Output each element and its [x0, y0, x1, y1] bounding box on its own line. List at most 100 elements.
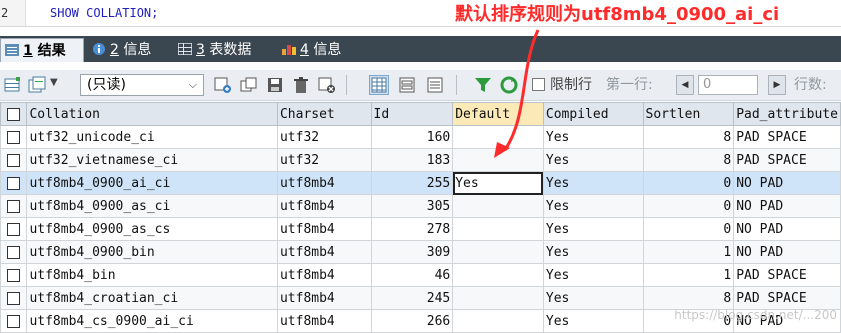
cell-sortlen[interactable]: 0: [642, 194, 735, 218]
row-checkbox[interactable]: [0, 194, 28, 218]
cell-default[interactable]: [452, 148, 544, 172]
cell-compiled[interactable]: Yes: [542, 309, 644, 333]
cell-pad[interactable]: NO PAD: [733, 217, 841, 241]
previous-page-button[interactable]: ◀: [676, 75, 694, 95]
table-row[interactable]: utf32_unicode_ci utf32 160 Yes 8 PAD SPACE: [0, 125, 841, 149]
insert-row-icon[interactable]: [4, 76, 22, 94]
cell-pad[interactable]: PAD SPACE: [733, 125, 841, 149]
cell-collation[interactable]: utf32_vietnamese_ci: [26, 148, 278, 172]
cell-id[interactable]: 160: [370, 125, 454, 149]
copy-row-icon[interactable]: [28, 76, 46, 94]
cell-id[interactable]: 183: [370, 148, 454, 172]
next-page-button[interactable]: ▶: [768, 75, 786, 95]
table-row[interactable]: utf8mb4_0900_as_cs utf8mb4 278 Yes 0 NO PAD: [0, 217, 841, 241]
limit-rows-checkbox[interactable]: [532, 78, 545, 91]
cell-compiled[interactable]: Yes: [542, 240, 644, 264]
cell-sortlen[interactable]: 0: [642, 171, 735, 195]
cell-collation[interactable]: utf8mb4_0900_as_cs: [26, 217, 278, 241]
delete-icon[interactable]: [292, 76, 310, 94]
sql-code[interactable]: SHOW COLLATION;: [50, 0, 158, 26]
cell-id[interactable]: 255: [370, 171, 454, 195]
text-view-icon[interactable]: [426, 76, 444, 94]
row-checkbox[interactable]: [0, 286, 28, 310]
cell-collation[interactable]: utf32_unicode_ci: [26, 125, 278, 149]
cell-default[interactable]: [452, 309, 544, 333]
cell-id[interactable]: 266: [370, 309, 454, 333]
cell-pad[interactable]: PAD SPACE: [733, 286, 841, 310]
cell-charset[interactable]: utf8mb4: [276, 217, 372, 241]
cell-pad[interactable]: NO PAD: [733, 194, 841, 218]
row-checkbox[interactable]: [0, 148, 28, 172]
cell-sortlen[interactable]: 1: [642, 263, 735, 287]
cell-charset[interactable]: utf8mb4: [276, 309, 372, 333]
cell-charset[interactable]: utf8mb4: [276, 171, 372, 195]
row-checkbox[interactable]: [0, 309, 28, 333]
cell-sortlen[interactable]: 0: [642, 217, 735, 241]
cell-pad[interactable]: PAD SPACE: [733, 148, 841, 172]
table-row[interactable]: utf8mb4_0900_bin utf8mb4 309 Yes 1 NO PAD: [0, 240, 841, 264]
cell-compiled[interactable]: Yes: [542, 286, 644, 310]
tab-info-2[interactable]: 4 信息: [282, 38, 341, 62]
cell-collation[interactable]: utf8mb4_bin: [26, 263, 278, 287]
cell-compiled[interactable]: Yes: [542, 263, 644, 287]
cell-sortlen[interactable]: 1: [642, 240, 735, 264]
cell-id[interactable]: 278: [370, 217, 454, 241]
tab-info[interactable]: 2 信息: [92, 38, 151, 62]
start-row-input[interactable]: 0: [698, 75, 758, 95]
duplicate-row-icon[interactable]: [240, 76, 258, 94]
cell-charset[interactable]: utf8mb4: [276, 240, 372, 264]
column-header-sortlen[interactable]: Sortlen: [642, 102, 735, 126]
column-header-charset[interactable]: Charset: [276, 102, 372, 126]
cell-collation[interactable]: utf8mb4_cs_0900_ai_ci: [26, 309, 278, 333]
column-header-id[interactable]: Id: [370, 102, 454, 126]
cell-default[interactable]: [452, 263, 544, 287]
cell-default[interactable]: [452, 194, 544, 218]
cell-id[interactable]: 305: [370, 194, 454, 218]
cell-sortlen[interactable]: 8: [642, 125, 735, 149]
cell-pad[interactable]: NO PAD: [733, 240, 841, 264]
column-header-collation[interactable]: Collation: [26, 102, 278, 126]
add-row-icon[interactable]: [214, 76, 232, 94]
table-row[interactable]: utf32_vietnamese_ci utf32 183 Yes 8 PAD SPACE: [0, 148, 841, 172]
cell-charset[interactable]: utf32: [276, 148, 372, 172]
cell-sortlen[interactable]: 8: [642, 286, 735, 310]
table-row[interactable]: utf8mb4_croatian_ci utf8mb4 245 Yes 8 PAD SPA…: [0, 286, 841, 310]
tab-result[interactable]: 1 结果: [0, 38, 84, 62]
column-header-pad-attribute[interactable]: Pad_attribute: [733, 102, 841, 126]
cancel-changes-icon[interactable]: [318, 76, 336, 94]
save-icon[interactable]: [266, 76, 284, 94]
cell-pad[interactable]: NO PAD: [733, 171, 841, 195]
table-row[interactable]: utf8mb4_bin utf8mb4 46 Yes 1 PAD SPACE: [0, 263, 841, 287]
cell-id[interactable]: 46: [370, 263, 454, 287]
column-header-default[interactable]: Default: [452, 102, 544, 126]
column-header-compiled[interactable]: Compiled: [542, 102, 644, 126]
cell-pad[interactable]: PAD SPACE: [733, 263, 841, 287]
cell-compiled[interactable]: Yes: [542, 171, 644, 195]
row-checkbox[interactable]: [0, 240, 28, 264]
filter-icon[interactable]: [474, 76, 492, 94]
table-row[interactable]: utf8mb4_0900_as_ci utf8mb4 305 Yes 0 NO PAD: [0, 194, 841, 218]
cell-id[interactable]: 245: [370, 286, 454, 310]
row-checkbox[interactable]: [0, 125, 28, 149]
cell-default[interactable]: [452, 240, 544, 264]
cell-collation[interactable]: utf8mb4_0900_as_ci: [26, 194, 278, 218]
refresh-icon[interactable]: [500, 76, 518, 94]
cell-default[interactable]: [452, 125, 544, 149]
table-row[interactable]: utf8mb4_0900_ai_ci utf8mb4 255 Yes Yes 0 NO PA…: [0, 171, 841, 195]
cell-collation[interactable]: utf8mb4_croatian_ci: [26, 286, 278, 310]
mode-select[interactable]: (只读) ⌵: [80, 74, 204, 96]
tab-table-data[interactable]: 3 表数据: [178, 38, 251, 62]
select-all-checkbox[interactable]: [0, 102, 28, 126]
cell-collation[interactable]: utf8mb4_0900_bin: [26, 240, 278, 264]
cell-compiled[interactable]: Yes: [542, 148, 644, 172]
cell-default[interactable]: [452, 286, 544, 310]
cell-compiled[interactable]: Yes: [542, 125, 644, 149]
form-view-icon[interactable]: [398, 76, 416, 94]
cell-charset[interactable]: utf8mb4: [276, 263, 372, 287]
cell-charset[interactable]: utf32: [276, 125, 372, 149]
cell-compiled[interactable]: Yes: [542, 217, 644, 241]
cell-id[interactable]: 309: [370, 240, 454, 264]
row-checkbox[interactable]: [0, 217, 28, 241]
chevron-down-icon[interactable]: ▼: [50, 74, 58, 92]
cell-charset[interactable]: utf8mb4: [276, 194, 372, 218]
